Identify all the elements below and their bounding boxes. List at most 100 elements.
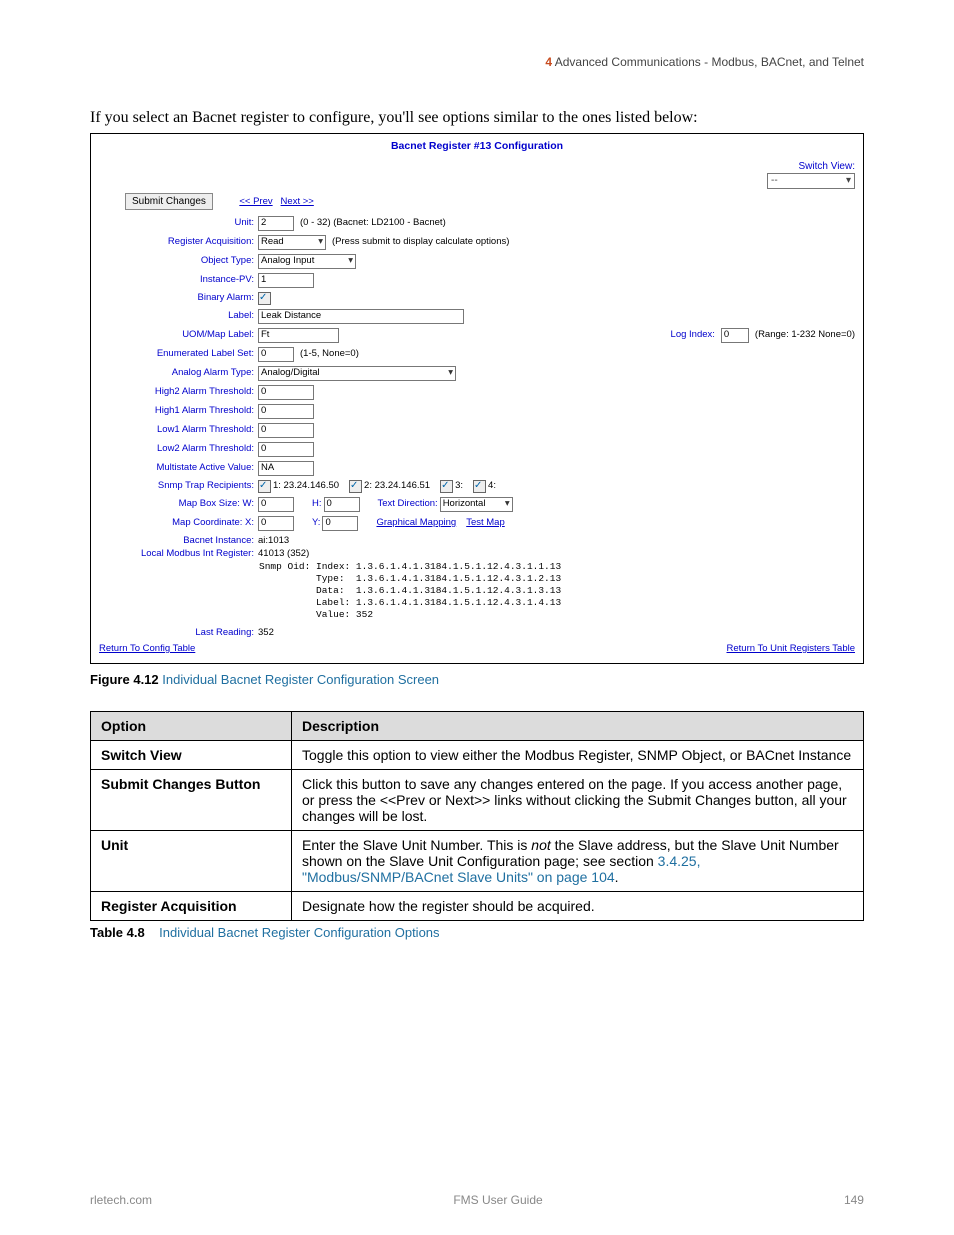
options-table: Option Description Switch View Toggle th… xyxy=(90,711,864,921)
table-title: Individual Bacnet Register Configuration… xyxy=(159,925,439,940)
opt-unit: Unit xyxy=(91,831,292,892)
section-number: 4 xyxy=(545,55,552,69)
last-reading-label: Last Reading: xyxy=(99,627,258,639)
table-row: Switch View Toggle this option to view e… xyxy=(91,741,864,770)
mapcoord-x-input[interactable]: 0 xyxy=(258,516,294,531)
low1-label: Low1 Alarm Threshold: xyxy=(99,424,258,436)
mapbox-h-input[interactable]: 0 xyxy=(324,497,360,512)
desc-reg-acq: Designate how the register should be acq… xyxy=(292,892,864,921)
bacnet-instance-label: Bacnet Instance: xyxy=(99,535,258,547)
graphical-mapping-link[interactable]: Graphical Mapping xyxy=(376,517,456,529)
opt-reg-acq: Register Acquisition xyxy=(91,892,292,921)
submit-changes-button[interactable]: Submit Changes xyxy=(125,193,213,210)
unit-input[interactable]: 2 xyxy=(258,216,294,231)
mapcoord-y-input[interactable]: 0 xyxy=(322,516,358,531)
snmp-oid-block: Snmp Oid: Index: 1.3.6.1.4.1.3184.1.5.1.… xyxy=(259,561,855,620)
desc-unit: Enter the Slave Unit Number. This is not… xyxy=(292,831,864,892)
text-direction-select[interactable]: Horizontal xyxy=(440,497,513,512)
shot-title: Bacnet Register #13 Configuration xyxy=(99,140,855,154)
next-link[interactable]: Next >> xyxy=(281,196,314,207)
reg-acq-hint: (Press submit to display calculate optio… xyxy=(332,236,509,248)
instance-pv-label: Instance-PV: xyxy=(99,274,258,286)
low2-label: Low2 Alarm Threshold: xyxy=(99,443,258,455)
snmp-recip-2-chk[interactable] xyxy=(349,480,362,493)
log-index-hint: (Range: 1-232 None=0) xyxy=(755,329,855,341)
multistate-input[interactable]: NA xyxy=(258,461,314,476)
mapcoord-y-label: Y: xyxy=(312,517,320,529)
return-unit-link[interactable]: Return To Unit Registers Table xyxy=(727,643,856,655)
last-reading-value: 352 xyxy=(258,627,274,639)
analog-alarm-type-select[interactable]: Analog/Digital xyxy=(258,366,456,381)
enum-hint: (1-5, None=0) xyxy=(300,348,359,360)
footer-right: 149 xyxy=(844,1193,864,1207)
intro-text: If you select an Bacnet register to conf… xyxy=(90,109,864,127)
log-index-label: Log Index: xyxy=(671,329,715,341)
desc-submit: Click this button to save any changes en… xyxy=(292,770,864,831)
local-modbus-label: Local Modbus Int Register: xyxy=(99,548,258,560)
snmp-recip-3-chk[interactable] xyxy=(440,480,453,493)
snmp-recip-3: 3: xyxy=(455,480,463,492)
figure-number: Figure 4.12 xyxy=(90,672,159,687)
analog-alarm-type-label: Analog Alarm Type: xyxy=(99,367,258,379)
footer-center: FMS User Guide xyxy=(453,1193,542,1207)
figure-caption: Figure 4.12 Individual Bacnet Register C… xyxy=(90,672,864,687)
snmp-recip-label: Snmp Trap Recipients: xyxy=(99,480,258,492)
enum-label: Enumerated Label Set: xyxy=(99,348,258,360)
label-input[interactable]: Leak Distance xyxy=(258,309,464,324)
opt-submit: Submit Changes Button xyxy=(91,770,292,831)
snmp-recip-4-chk[interactable] xyxy=(473,480,486,493)
switch-view-select[interactable]: -- xyxy=(767,173,855,189)
obj-type-label: Object Type: xyxy=(99,255,258,267)
mapcoord-label: Map Coordinate: X: xyxy=(99,517,258,529)
snmp-recip-1: 1: 23.24.146.50 xyxy=(273,480,339,492)
table-caption: Table 4.8 Individual Bacnet Register Con… xyxy=(90,925,864,940)
snmp-recip-1-chk[interactable] xyxy=(258,480,271,493)
label-label: Label: xyxy=(99,310,258,322)
enum-input[interactable]: 0 xyxy=(258,347,294,362)
return-config-link[interactable]: Return To Config Table xyxy=(99,643,195,655)
unit-hint: (0 - 32) (Bacnet: LD2100 - Bacnet) xyxy=(300,217,446,229)
unit-label: Unit: xyxy=(99,217,258,229)
table-row: Submit Changes Button Click this button … xyxy=(91,770,864,831)
bacnet-instance-value: ai:1013 xyxy=(258,535,289,547)
footer-left: rletech.com xyxy=(90,1193,152,1207)
uom-input[interactable]: Ft xyxy=(258,328,339,343)
local-modbus-value: 41013 (352) xyxy=(258,548,309,560)
text-direction-label: Text Direction: xyxy=(378,498,438,510)
binary-alarm-checkbox[interactable] xyxy=(258,292,271,305)
table-number: Table 4.8 xyxy=(90,925,145,940)
high2-label: High2 Alarm Threshold: xyxy=(99,386,258,398)
section-title: Advanced Communications - Modbus, BACnet… xyxy=(555,55,864,69)
binary-alarm-label: Binary Alarm: xyxy=(99,292,258,304)
low1-input[interactable]: 0 xyxy=(258,423,314,438)
page-footer: rletech.com FMS User Guide 149 xyxy=(90,1193,864,1207)
bacnet-config-screenshot: Bacnet Register #13 Configuration Switch… xyxy=(90,133,864,664)
low2-input[interactable]: 0 xyxy=(258,442,314,457)
reg-acq-select[interactable]: Read xyxy=(258,235,326,250)
obj-type-select[interactable]: Analog Input xyxy=(258,254,356,269)
uom-label: UOM/Map Label: xyxy=(99,329,258,341)
switch-view-label: Switch View: xyxy=(798,161,855,172)
figure-title: Individual Bacnet Register Configuration… xyxy=(162,672,439,687)
desc-switch-view: Toggle this option to view either the Mo… xyxy=(292,741,864,770)
table-row: Register Acquisition Designate how the r… xyxy=(91,892,864,921)
reg-acq-label: Register Acquisition: xyxy=(99,236,258,248)
opt-switch-view: Switch View xyxy=(91,741,292,770)
multistate-label: Multistate Active Value: xyxy=(99,462,258,474)
th-option: Option xyxy=(91,712,292,741)
table-row: Unit Enter the Slave Unit Number. This i… xyxy=(91,831,864,892)
log-index-input[interactable]: 0 xyxy=(721,328,749,343)
section-header: 4 Advanced Communications - Modbus, BACn… xyxy=(90,55,864,69)
high1-label: High1 Alarm Threshold: xyxy=(99,405,258,417)
prev-link[interactable]: << Prev xyxy=(239,196,272,207)
instance-pv-input[interactable]: 1 xyxy=(258,273,314,288)
mapbox-w-input[interactable]: 0 xyxy=(258,497,294,512)
snmp-recip-2: 2: 23.24.146.51 xyxy=(364,480,430,492)
mapbox-h-label: H: xyxy=(312,498,322,510)
test-map-link[interactable]: Test Map xyxy=(466,517,505,529)
high2-input[interactable]: 0 xyxy=(258,385,314,400)
mapbox-label: Map Box Size: W: xyxy=(99,498,258,510)
th-desc: Description xyxy=(292,712,864,741)
snmp-recip-4: 4: xyxy=(488,480,496,492)
high1-input[interactable]: 0 xyxy=(258,404,314,419)
